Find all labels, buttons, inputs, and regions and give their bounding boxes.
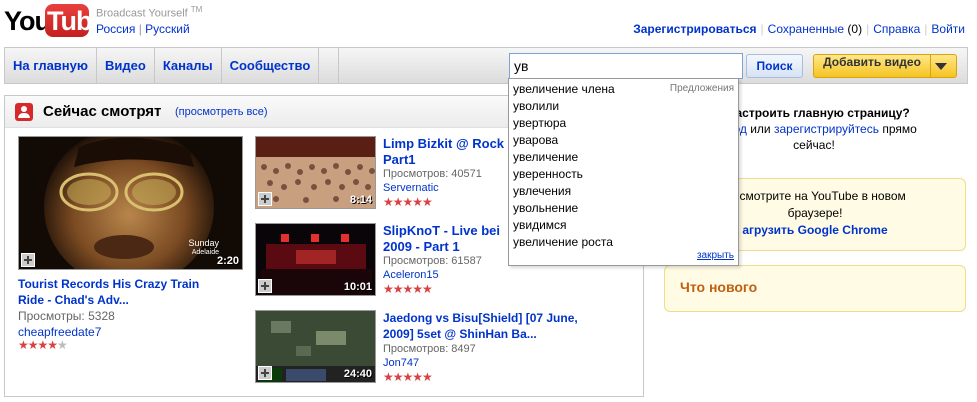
- video-thumbnail[interactable]: 8:14: [255, 136, 376, 209]
- video-views: Просмотров: 61587: [383, 255, 482, 267]
- suggestion-item[interactable]: увлечения: [509, 183, 738, 200]
- suggestion-item[interactable]: увертюра: [509, 115, 738, 132]
- register-link[interactable]: зарегистрируйтесь: [774, 122, 879, 136]
- tab-community[interactable]: Сообщество: [222, 48, 320, 83]
- whats-new-title[interactable]: Что нового: [680, 279, 757, 295]
- add-to-quicklist-icon[interactable]: [21, 253, 35, 267]
- nav-bar: На главную Видео Каналы Сообщество Поиск…: [4, 47, 968, 84]
- tab-spacer: [319, 48, 340, 83]
- featured-video-title[interactable]: Tourist Records His Crazy Train Ride - C…: [18, 276, 248, 308]
- suggestions-list: увеличение члена уволили увертюра уваров…: [509, 81, 738, 251]
- video-user[interactable]: Servernatic: [383, 182, 439, 194]
- video-views: Просмотров: 8497: [383, 343, 476, 355]
- video-duration: 8:14: [349, 194, 372, 206]
- suggestion-item[interactable]: увеличение роста: [509, 234, 738, 251]
- help-link[interactable]: Справка: [873, 22, 920, 36]
- video-thumbnail[interactable]: 24:40: [255, 310, 376, 383]
- whats-new-box[interactable]: Что нового: [664, 265, 966, 312]
- close-suggestions-link[interactable]: закрыть: [697, 250, 734, 261]
- saved-count: (0): [847, 22, 863, 36]
- search-suggestions-dropdown: Предложения увеличение члена уволили уве…: [508, 78, 739, 266]
- user-links: Зарегистрироваться | Сохраненные (0) | Справ…: [633, 22, 965, 36]
- separator: |: [760, 22, 764, 36]
- suggestion-item[interactable]: уверенность: [509, 166, 738, 183]
- separator: |: [924, 22, 928, 36]
- people-icon: [15, 103, 33, 121]
- add-to-quicklist-icon[interactable]: [258, 192, 272, 206]
- rating-stars: ★★★★★: [383, 282, 433, 296]
- video-duration: 10:01: [343, 281, 372, 293]
- tagline: Broadcast Yourself TM: [96, 5, 203, 20]
- video-views: Просмотров: 40571: [383, 168, 482, 180]
- separator: |: [866, 22, 870, 36]
- video-duration: 24:40: [343, 368, 372, 380]
- nav-tabs: На главную Видео Каналы Сообщество: [5, 48, 340, 83]
- now-watching-title: Сейчас смотрят: [43, 103, 162, 120]
- video-overlay-text: Sunday Adelaide: [188, 238, 219, 257]
- video-duration: 2:20: [216, 255, 239, 267]
- youtube-logo[interactable]: You Tube: [4, 4, 106, 38]
- suggestion-item[interactable]: уволили: [509, 98, 738, 115]
- view-all-link[interactable]: (просмотреть все): [175, 106, 268, 118]
- logo-tube-badge: Tube: [45, 4, 106, 37]
- upload-video-button[interactable]: Добавить видео: [813, 54, 957, 78]
- search-button[interactable]: Поиск: [746, 54, 803, 78]
- region-language: Россия | Русский: [96, 22, 190, 36]
- chevron-down-icon[interactable]: [935, 63, 947, 70]
- region-separator: |: [138, 22, 142, 36]
- featured-video-thumbnail[interactable]: Sunday Adelaide 2:20: [18, 136, 243, 270]
- add-to-quicklist-icon[interactable]: [258, 279, 272, 293]
- add-to-quicklist-icon[interactable]: [258, 366, 272, 380]
- upload-video-label[interactable]: Добавить видео: [814, 55, 931, 77]
- rating-stars: ★★★★★: [383, 195, 433, 209]
- logo-you-text: You: [4, 6, 51, 36]
- video-thumbnail[interactable]: 10:01: [255, 223, 376, 296]
- rating-stars: ★★★★★: [383, 370, 433, 384]
- trademark: TM: [190, 5, 203, 14]
- saved-link[interactable]: Сохраненные: [768, 22, 844, 36]
- region-link[interactable]: Россия: [96, 22, 135, 36]
- featured-video-views: Просмотры: 5328: [18, 309, 115, 323]
- suggestion-item[interactable]: увеличение члена: [509, 81, 738, 98]
- tab-channels[interactable]: Каналы: [155, 48, 222, 83]
- video-user[interactable]: Aceleron15: [383, 269, 439, 281]
- suggestion-item[interactable]: уварова: [509, 132, 738, 149]
- video-user[interactable]: Jon747: [383, 357, 419, 369]
- tab-home[interactable]: На главную: [5, 48, 97, 83]
- tab-videos[interactable]: Видео: [97, 48, 155, 83]
- suggestion-item[interactable]: увеличение: [509, 149, 738, 166]
- featured-video-user[interactable]: cheapfreedate7: [18, 325, 101, 339]
- search-input[interactable]: [509, 53, 743, 79]
- rating-stars: ★★★★★: [18, 338, 68, 352]
- register-link[interactable]: Зарегистрироваться: [633, 22, 756, 36]
- language-link[interactable]: Русский: [145, 22, 190, 36]
- login-link[interactable]: Войти: [931, 22, 965, 36]
- suggestion-item[interactable]: увольнение: [509, 200, 738, 217]
- video-title[interactable]: Jaedong vs Bisu[Shield] [07 June, 2009] …: [383, 310, 643, 342]
- suggestion-item[interactable]: увидимся: [509, 217, 738, 234]
